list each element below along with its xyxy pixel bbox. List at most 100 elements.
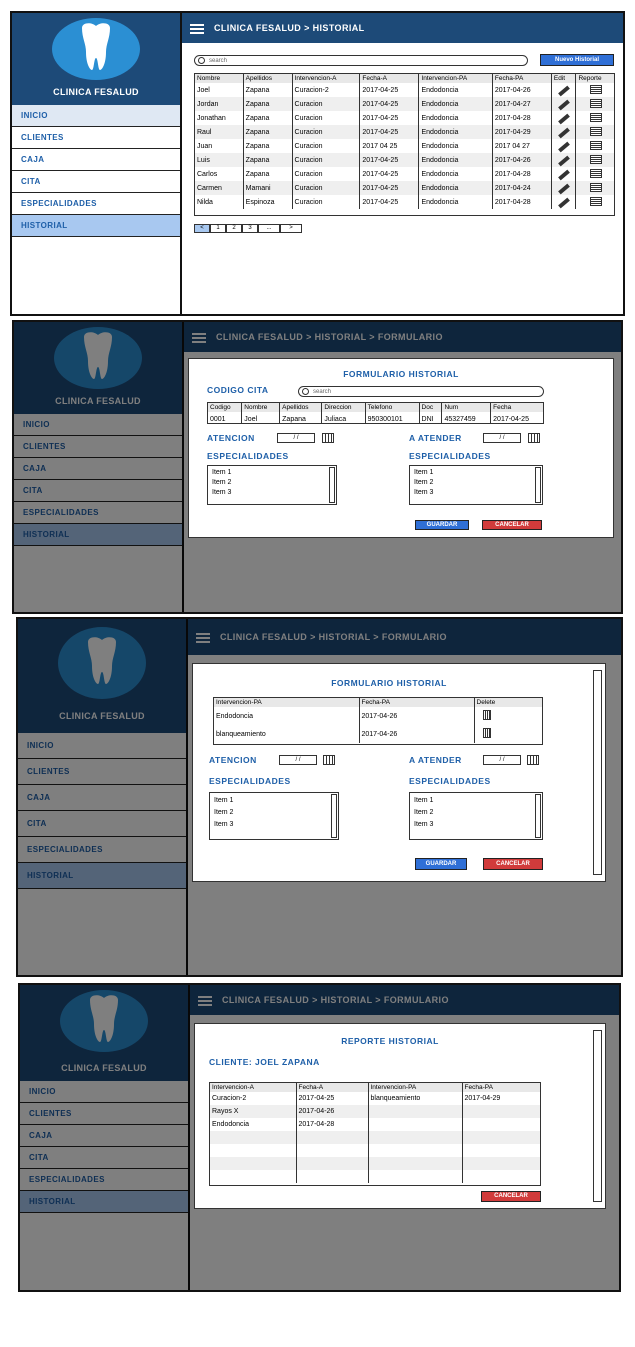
cancelar-button[interactable]: CANCELAR: [483, 858, 543, 870]
pager-next[interactable]: >: [280, 224, 302, 233]
report-icon[interactable]: [590, 112, 603, 122]
table-row[interactable]: [210, 1144, 540, 1157]
report-cell: [575, 83, 614, 97]
table-row[interactable]: [210, 1157, 540, 1170]
edit-icon[interactable]: [557, 113, 570, 125]
report-icon[interactable]: [590, 168, 603, 178]
calendar-icon[interactable]: [322, 433, 334, 443]
report-icon[interactable]: [590, 196, 603, 206]
table-row[interactable]: Curacion-2 2017-04-25 blanqueamiento 2017-0…: [210, 1092, 540, 1105]
cancelar-button[interactable]: CANCELAR: [482, 520, 542, 530]
scrollbar[interactable]: [329, 467, 335, 503]
pager-page-2[interactable]: 2: [226, 224, 242, 233]
list-item[interactable]: Item 3: [212, 488, 332, 498]
list-item[interactable]: Item 2: [212, 478, 332, 488]
especialidades-list[interactable]: Item 1 Item 2 Item 3: [209, 792, 339, 840]
table-row[interactable]: [210, 1131, 540, 1144]
menu-icon[interactable]: [190, 24, 204, 36]
list-item[interactable]: Item 2: [414, 478, 538, 488]
scrollbar[interactable]: [535, 467, 541, 503]
nav-item-especialidades[interactable]: ESPECIALIDADES: [12, 193, 180, 215]
edit-icon[interactable]: [557, 99, 570, 111]
table-row[interactable]: Juan Zapana Curacion 2017 04 25 Endodoncia 20…: [195, 139, 614, 153]
report-cell: [575, 111, 614, 125]
cliente-label: CLIENTE: JOEL ZAPANA: [209, 1057, 320, 1067]
table-row[interactable]: 0001 Joel Zapana Juliaca 950300101 DNI 4…: [208, 412, 543, 423]
table-row[interactable]: Jonathan Zapana Curacion 2017-04-25 Endodonc…: [195, 111, 614, 125]
pager-prev[interactable]: <: [194, 224, 210, 233]
table-row[interactable]: Carmen Mamani Curacion 2017-04-25 Endodoncia…: [195, 181, 614, 195]
table-row[interactable]: Raul Zapana Curacion 2017-04-25 Endodoncia 20…: [195, 125, 614, 139]
scrollbar[interactable]: [535, 794, 541, 838]
new-historial-button[interactable]: Nuevo Historial: [540, 54, 614, 66]
report-icon[interactable]: [590, 140, 603, 150]
guardar-button[interactable]: GUARDAR: [415, 520, 469, 530]
especialidades-list-2[interactable]: Item 1 Item 2 Item 3: [409, 465, 543, 505]
edit-icon[interactable]: [557, 127, 570, 139]
guardar-button[interactable]: GUARDAR: [415, 858, 467, 870]
trash-icon[interactable]: [482, 728, 491, 738]
calendar-icon[interactable]: [528, 433, 540, 443]
search-input[interactable]: search: [194, 55, 528, 66]
report-icon[interactable]: [590, 84, 603, 94]
report-icon[interactable]: [590, 182, 603, 192]
edit-icon[interactable]: [557, 197, 570, 209]
scrollbar[interactable]: [331, 794, 337, 838]
nav-item-inicio[interactable]: INICIO: [12, 105, 180, 127]
table-row[interactable]: Nilda Espinoza Curacion 2017-04-25 Endodonci…: [195, 195, 614, 209]
trash-icon[interactable]: [482, 710, 491, 720]
nav-item-historial[interactable]: HISTORIAL: [12, 215, 180, 237]
a-atender-date-input[interactable]: / /: [483, 433, 521, 443]
list-item[interactable]: Item 3: [414, 819, 538, 831]
edit-icon[interactable]: [557, 169, 570, 181]
atencion-date-input[interactable]: / /: [279, 755, 317, 765]
list-item[interactable]: Item 2: [214, 807, 334, 819]
cell: [367, 1118, 462, 1131]
list-item[interactable]: Item 1: [414, 468, 538, 478]
pager-page-1[interactable]: 1: [210, 224, 226, 233]
report-icon[interactable]: [590, 126, 603, 136]
a-atender-date-input[interactable]: / /: [483, 755, 521, 765]
edit-icon[interactable]: [557, 155, 570, 167]
pager-page-3[interactable]: 3: [242, 224, 258, 233]
list-item[interactable]: Item 1: [212, 468, 332, 478]
edit-icon[interactable]: [557, 141, 570, 153]
nav-item-clientes[interactable]: CLIENTES: [12, 127, 180, 149]
cancelar-button[interactable]: CANCELAR: [481, 1191, 541, 1202]
cell: 2017-04-28: [295, 1118, 368, 1131]
modal-scrollbar[interactable]: [593, 1030, 602, 1202]
atencion-date-input[interactable]: / /: [277, 433, 315, 443]
edit-icon[interactable]: [557, 183, 570, 195]
list-item[interactable]: Item 3: [214, 819, 334, 831]
edit-icon[interactable]: [557, 85, 570, 97]
cell: Carlos: [197, 170, 218, 178]
modal-scrollbar[interactable]: [593, 670, 602, 875]
calendar-icon[interactable]: [527, 755, 539, 765]
especialidades-label: ESPECIALIDADES: [207, 451, 289, 461]
cell: 2017-04-28: [491, 167, 552, 181]
table-row[interactable]: Rayos X 2017-04-26: [210, 1105, 540, 1118]
report-icon[interactable]: [590, 98, 603, 108]
cell: Juan: [197, 142, 213, 150]
table-row[interactable]: Joel Zapana Curacion-2 2017-04-25 Endodoncia…: [195, 83, 614, 97]
table-row[interactable]: Carlos Zapana Curacion 2017-04-25 Endodoncia…: [195, 167, 614, 181]
especialidades-list[interactable]: Item 1 Item 2 Item 3: [207, 465, 337, 505]
top-bar: CLINICA FESALUD > HISTORIAL: [182, 13, 623, 43]
codigo-search-input[interactable]: search: [298, 386, 544, 397]
list-item[interactable]: Item 1: [214, 795, 334, 807]
table-row[interactable]: Endodoncia 2017-04-26: [214, 707, 542, 725]
table-row[interactable]: Jordan Zapana Curacion 2017-04-25 Endodoncia…: [195, 97, 614, 111]
table-row[interactable]: blanqueamiento 2017-04-26: [214, 725, 542, 743]
list-item[interactable]: Item 2: [414, 807, 538, 819]
report-icon[interactable]: [590, 154, 603, 164]
table-row[interactable]: Luis Zapana Curacion 2017-04-25 Endodoncia 20…: [195, 153, 614, 167]
list-item[interactable]: Item 3: [414, 488, 538, 498]
list-item[interactable]: Item 1: [414, 795, 538, 807]
calendar-icon[interactable]: [323, 755, 335, 765]
col-intervencion-a: Intervencion-A: [291, 74, 360, 83]
especialidades-list-2[interactable]: Item 1 Item 2 Item 3: [409, 792, 543, 840]
table-row[interactable]: [210, 1170, 540, 1183]
nav-item-caja[interactable]: CAJA: [12, 149, 180, 171]
table-row[interactable]: Endodoncia 2017-04-28: [210, 1118, 540, 1131]
nav-item-cita[interactable]: CITA: [12, 171, 180, 193]
